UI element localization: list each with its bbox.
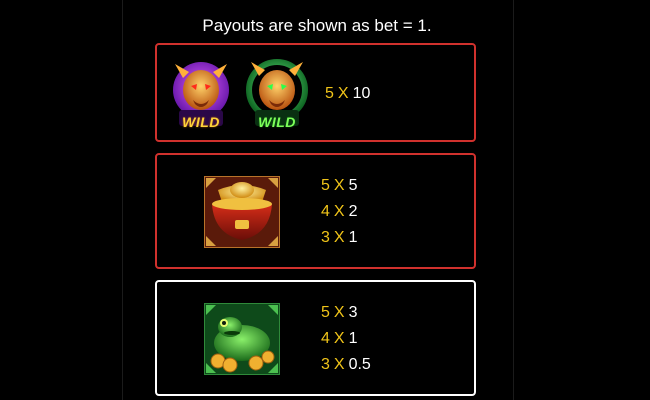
- payout-value: 5: [348, 177, 358, 194]
- payout-list: 5 X 10: [325, 81, 370, 107]
- payout-list: 5X3 4X1 3 X 0.5: [321, 300, 371, 378]
- wild-green-dragon-icon: WILD: [245, 58, 309, 130]
- payout-row: 5 X 10: [325, 81, 370, 107]
- payout-list: 5X5 4X2 3X1: [321, 173, 357, 251]
- payout-times: X: [333, 203, 345, 220]
- wild-label-gold: WILD: [182, 114, 220, 130]
- payout-times: X: [333, 356, 345, 373]
- symbol-card-wild[interactable]: WILD WILD 5 X 10: [155, 43, 476, 142]
- payout-times: X: [333, 177, 345, 194]
- payout-count: 5: [321, 177, 330, 194]
- payout-value: 0.5: [348, 356, 371, 373]
- payout-row: 4X2: [321, 199, 357, 225]
- payout-row: 5X3: [321, 300, 371, 326]
- payout-row: 3 X 0.5: [321, 352, 371, 378]
- payout-times: X: [333, 330, 345, 347]
- payout-value: 1: [348, 330, 358, 347]
- payout-count: 5: [325, 85, 334, 102]
- wild-purple-dragon-icon: WILD: [169, 60, 233, 130]
- payout-times: X: [333, 229, 345, 246]
- payout-count: 3: [321, 229, 330, 246]
- payout-row: 5X5: [321, 173, 357, 199]
- payout-row: 3X1: [321, 225, 357, 251]
- payout-count: 3: [321, 356, 330, 373]
- payout-value: 1: [348, 229, 358, 246]
- payout-row: 4X1: [321, 326, 371, 352]
- payout-count: 4: [321, 203, 330, 220]
- symbol-card-jade-toad[interactable]: 5X3 4X1 3 X 0.5: [155, 280, 476, 396]
- payout-value: 10: [352, 85, 371, 102]
- payout-count: 4: [321, 330, 330, 347]
- payout-value: 2: [348, 203, 358, 220]
- gold-ingot-bowl-icon: [203, 175, 281, 249]
- paytable-header: Payouts are shown as bet = 1.: [202, 16, 432, 35]
- payout-value: 3: [348, 304, 358, 321]
- payout-times: X: [337, 85, 349, 102]
- payout-count: 5: [321, 304, 330, 321]
- symbol-card-gold-ingot[interactable]: 5X5 4X2 3X1: [155, 153, 476, 269]
- jade-toad-icon: [203, 302, 281, 376]
- wild-label-green: WILD: [258, 114, 296, 130]
- payout-times: X: [333, 304, 345, 321]
